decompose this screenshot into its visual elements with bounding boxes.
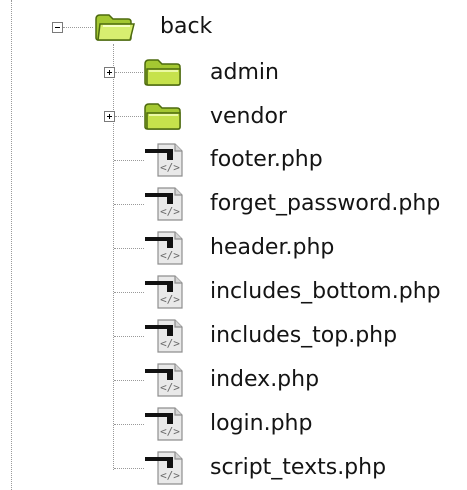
svg-text:</>: </> <box>160 293 180 306</box>
tree-item-label-back[interactable]: back <box>160 14 212 40</box>
expand-toggle-admin[interactable] <box>104 67 115 78</box>
tree-connector <box>114 160 144 161</box>
file-tree: back admin vendor </> footer.php </> forget… <box>0 0 467 490</box>
tree-connector <box>114 336 144 337</box>
tree-item-label-file[interactable]: index.php <box>210 367 319 393</box>
folder-icon <box>144 103 181 130</box>
php-file-icon: </> <box>145 407 183 441</box>
php-file-icon: </> <box>145 143 183 177</box>
tree-connector <box>114 204 144 205</box>
tree-parent-guide <box>11 0 12 490</box>
tree-item-label-file[interactable]: includes_top.php <box>210 323 397 349</box>
folder-open-icon <box>95 14 135 41</box>
tree-item-label-admin[interactable]: admin <box>210 60 279 86</box>
tree-connector <box>114 380 144 381</box>
tree-item-label-vendor[interactable]: vendor <box>210 104 287 130</box>
svg-text:</>: </> <box>160 161 180 174</box>
php-file-icon: </> <box>145 319 183 353</box>
expand-toggle-vendor[interactable] <box>104 111 115 122</box>
svg-text:</>: </> <box>160 381 180 394</box>
tree-item-label-file[interactable]: login.php <box>210 411 312 437</box>
folder-icon <box>144 59 181 86</box>
svg-text:</>: </> <box>160 425 180 438</box>
svg-text:</>: </> <box>160 205 180 218</box>
tree-item-label-file[interactable]: header.php <box>210 235 334 261</box>
collapse-toggle-back[interactable] <box>52 22 63 33</box>
php-file-icon: </> <box>145 363 183 397</box>
svg-text:</>: </> <box>160 249 180 262</box>
tree-connector <box>63 27 93 28</box>
tree-connector <box>114 468 144 469</box>
php-file-icon: </> <box>145 451 183 485</box>
tree-item-label-file[interactable]: footer.php <box>210 147 323 173</box>
tree-item-label-file[interactable]: includes_bottom.php <box>210 279 441 305</box>
tree-children-guide <box>113 44 114 470</box>
tree-connector <box>114 292 144 293</box>
tree-item-label-file[interactable]: script_texts.php <box>210 455 386 481</box>
tree-item-label-file[interactable]: forget_password.php <box>210 191 440 217</box>
tree-connector <box>115 72 143 73</box>
tree-connector <box>114 248 144 249</box>
php-file-icon: </> <box>145 275 183 309</box>
php-file-icon: </> <box>145 231 183 265</box>
svg-text:</>: </> <box>160 337 180 350</box>
php-file-icon: </> <box>145 187 183 221</box>
tree-connector <box>115 116 143 117</box>
tree-connector <box>114 424 144 425</box>
svg-text:</>: </> <box>160 469 180 482</box>
